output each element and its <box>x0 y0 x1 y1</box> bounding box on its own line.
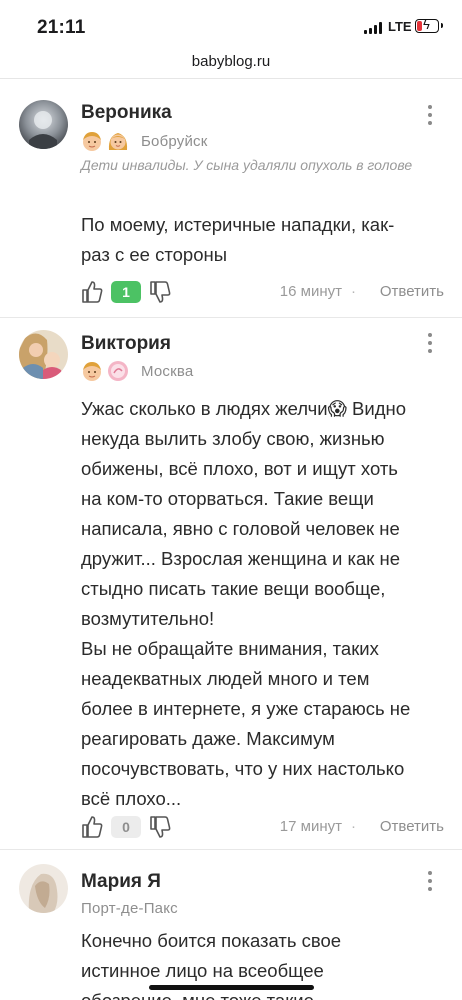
browser-url-bar[interactable]: babyblog.ru <box>0 50 462 79</box>
cellular-signal-icon <box>364 22 384 34</box>
boy-icon <box>83 362 101 381</box>
charging-bolt-icon: ϟ <box>423 17 430 32</box>
comment-time: 16 минут <box>279 283 342 300</box>
battery-icon: ϟ <box>415 17 443 33</box>
network-type: LTE <box>388 19 412 34</box>
thumbs-down-icon[interactable] <box>149 280 171 304</box>
separator-dot: · <box>351 818 356 835</box>
author-name[interactable]: Виктория <box>81 333 171 355</box>
reply-button[interactable]: Ответить <box>380 818 444 835</box>
comment: Виктория Москва Ужас сколько в людях жел… <box>0 318 462 850</box>
avatar[interactable] <box>19 330 68 379</box>
vote-count: 0 <box>111 816 141 838</box>
home-indicator[interactable] <box>149 985 314 990</box>
girl-icon <box>108 133 128 150</box>
avatar[interactable] <box>19 864 68 913</box>
comment-time: 17 минут <box>279 818 342 835</box>
boy-icon <box>83 132 101 151</box>
vote-count: 1 <box>111 281 141 303</box>
author-name[interactable]: Мария Я <box>81 871 161 893</box>
comment-text: Ужас сколько в людях желчи😱 Видно некуда… <box>81 398 411 809</box>
comment: Мария Я Порт-де-Пакс Конечно боится пока… <box>0 850 462 1000</box>
author-city: Москва <box>141 362 194 380</box>
comment-actions: 0 17 минут · Ответить <box>81 815 446 841</box>
more-options-icon[interactable] <box>423 102 437 128</box>
more-options-icon[interactable] <box>423 868 437 894</box>
url-text: babyblog.ru <box>191 53 271 70</box>
author-city: Порт-де-Пакс <box>81 899 178 917</box>
separator-dot: · <box>351 283 356 300</box>
more-options-icon[interactable] <box>423 330 437 356</box>
author-meta: Москва <box>81 359 193 383</box>
comment-actions: 1 16 минут · Ответить <box>81 280 446 306</box>
status-bar: 21:11 LTE ϟ <box>0 0 462 50</box>
clock: 21:11 <box>37 17 86 38</box>
author-name[interactable]: Вероника <box>81 102 172 124</box>
author-meta: Бобруйск <box>81 129 208 153</box>
author-status: Дети инвалиды. У сына удаляли опухоль в … <box>81 157 413 173</box>
reply-button[interactable]: Ответить <box>380 283 444 300</box>
thumbs-down-icon[interactable] <box>149 815 171 839</box>
thumbs-up-icon[interactable] <box>81 815 103 839</box>
thumbs-up-icon[interactable] <box>81 280 103 304</box>
avatar[interactable] <box>19 100 68 149</box>
author-city: Бобруйск <box>141 132 208 150</box>
author-meta: Порт-де-Пакс <box>81 896 178 920</box>
comment-text: По моему, истеричные нападки, как- раз с… <box>81 214 395 265</box>
comment: Вероника Бобруйск Дети инвалиды. У сына … <box>0 80 462 318</box>
baby-pink-icon <box>108 361 128 381</box>
